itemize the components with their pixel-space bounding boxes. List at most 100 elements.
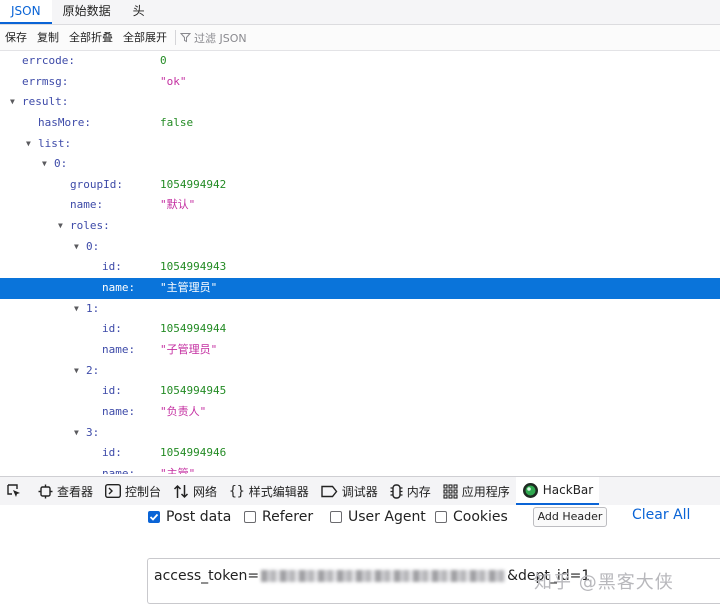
clear-all-link[interactable]: Clear All: [632, 507, 690, 523]
collapse-toggle-icon[interactable]: ▼: [74, 423, 79, 444]
json-value: 0: [160, 54, 167, 67]
json-key: 0:: [86, 239, 100, 253]
json-key: id:: [102, 260, 122, 274]
hackbar-panel: Post data Referer User Agent Cookies Add…: [0, 505, 720, 615]
inspector-icon: [38, 484, 53, 498]
json-value: "负责人": [160, 404, 207, 418]
watermark: 知乎 @黑客大侠: [534, 572, 674, 593]
tab-hackbar[interactable]: HackBar: [515, 477, 600, 505]
save-button[interactable]: 保存: [0, 25, 32, 50]
referer-label: Referer: [262, 509, 314, 525]
json-row[interactable]: id: 1054994945: [0, 381, 720, 402]
json-value: false: [160, 115, 194, 129]
json-row[interactable]: ▼ 0:: [0, 154, 720, 175]
user-agent-check-box: [330, 511, 342, 523]
collapse-toggle-icon[interactable]: ▼: [26, 134, 31, 155]
json-value: 1054994945: [160, 384, 227, 398]
tab-inspector-label: 查看器: [57, 484, 94, 499]
json-value: "子管理员": [160, 342, 218, 356]
collapse-toggle-icon[interactable]: ▼: [74, 237, 79, 258]
json-key: name:: [102, 342, 136, 356]
hackbar-logo-icon: [522, 482, 538, 498]
json-value: 1054994943: [160, 260, 227, 274]
post-data-checkbox[interactable]: Post data: [148, 509, 231, 525]
tab-debugger[interactable]: 调试器: [315, 477, 384, 505]
debugger-icon: [321, 485, 338, 497]
json-row[interactable]: errmsg: "ok": [0, 72, 720, 93]
json-key: name:: [102, 466, 136, 474]
json-row[interactable]: name: "默认": [0, 195, 720, 216]
json-row[interactable]: ▼ 0:: [0, 237, 720, 258]
collapse-toggle-icon[interactable]: ▼: [74, 361, 79, 382]
console-icon: [105, 484, 122, 498]
json-tree: errcode: 0 errmsg: "ok" ▼ result: hasMore: fals…: [0, 51, 720, 474]
json-row[interactable]: hasMore: false: [0, 113, 720, 134]
user-agent-label: User Agent: [348, 509, 426, 525]
grid-icon: [443, 483, 458, 499]
json-key: list:: [38, 136, 72, 150]
json-row[interactable]: name: "负责人": [0, 402, 720, 423]
redacted-token: [261, 570, 506, 582]
json-value: 1054994944: [160, 322, 227, 336]
json-key: roles:: [70, 219, 110, 233]
json-row[interactable]: ▼ 3:: [0, 423, 720, 444]
tab-application[interactable]: 应用程序: [437, 477, 516, 505]
json-key: errmsg:: [22, 74, 69, 88]
tab-application-label: 应用程序: [461, 484, 510, 499]
tab-console[interactable]: 控制台: [99, 477, 167, 505]
json-row[interactable]: name: "主管": [0, 464, 720, 474]
json-row[interactable]: id: 1054994943: [0, 257, 720, 278]
memory-icon: [390, 483, 403, 499]
collapse-toggle-icon[interactable]: ▼: [10, 92, 15, 113]
braces-icon: {}: [229, 483, 245, 499]
json-key: 2:: [86, 363, 100, 377]
cookies-checkbox[interactable]: Cookies: [435, 509, 508, 525]
json-value: "主管": [160, 466, 196, 474]
json-row[interactable]: errcode: 0: [0, 51, 720, 72]
collapse-all-button[interactable]: 全部折叠: [64, 25, 118, 50]
json-key: 3:: [86, 425, 100, 439]
tab-style-editor[interactable]: {} 样式编辑器: [223, 477, 315, 505]
json-toolbar: 保存 复制 全部折叠 全部展开 过滤 JSON: [0, 25, 720, 51]
referer-checkbox[interactable]: Referer: [244, 509, 313, 525]
json-key: id:: [102, 384, 122, 398]
json-row[interactable]: ▼ 2:: [0, 361, 720, 382]
element-picker-button[interactable]: [0, 477, 32, 505]
json-row[interactable]: groupId: 1054994942: [0, 175, 720, 196]
viewer-tab-bar: JSON 原始数据 头: [0, 0, 720, 25]
json-row[interactable]: ▼ result:: [0, 92, 720, 113]
add-header-button[interactable]: Add Header: [533, 507, 607, 527]
tab-json[interactable]: JSON: [0, 0, 52, 24]
expand-all-button[interactable]: 全部展开: [118, 25, 172, 50]
json-row[interactable]: name: "子管理员": [0, 340, 720, 361]
tab-headers[interactable]: 头: [122, 0, 156, 24]
filter-json-input[interactable]: 过滤 JSON: [180, 30, 247, 46]
user-agent-checkbox[interactable]: User Agent: [330, 509, 426, 525]
collapse-toggle-icon[interactable]: ▼: [74, 299, 79, 320]
json-row[interactable]: name: "主管理员": [0, 278, 720, 299]
post-data-check-icon: [148, 511, 160, 523]
tab-raw-data[interactable]: 原始数据: [52, 0, 122, 24]
json-key: groupId:: [70, 177, 123, 191]
cookies-label: Cookies: [453, 509, 508, 525]
json-row[interactable]: id: 1054994946: [0, 443, 720, 464]
json-row[interactable]: ▼ roles:: [0, 216, 720, 237]
json-row[interactable]: id: 1054994944: [0, 319, 720, 340]
json-key: id:: [102, 446, 122, 460]
collapse-toggle-icon[interactable]: ▼: [42, 154, 47, 175]
tab-inspector[interactable]: 查看器: [32, 477, 99, 505]
json-row[interactable]: ▼ 1:: [0, 299, 720, 320]
tab-network[interactable]: 网络: [167, 477, 223, 505]
json-value: "默认": [160, 198, 196, 212]
tab-style-editor-label: 样式编辑器: [248, 484, 309, 499]
json-key: hasMore:: [38, 115, 91, 129]
json-key: 1:: [86, 301, 100, 315]
json-value: "ok": [160, 74, 187, 88]
toolbar-divider: [175, 30, 176, 45]
cookies-check-box: [435, 511, 447, 523]
network-icon: [174, 484, 189, 498]
json-row[interactable]: ▼ list:: [0, 134, 720, 155]
tab-memory[interactable]: 内存: [384, 477, 437, 505]
collapse-toggle-icon[interactable]: ▼: [58, 216, 63, 237]
copy-button[interactable]: 复制: [32, 25, 64, 50]
